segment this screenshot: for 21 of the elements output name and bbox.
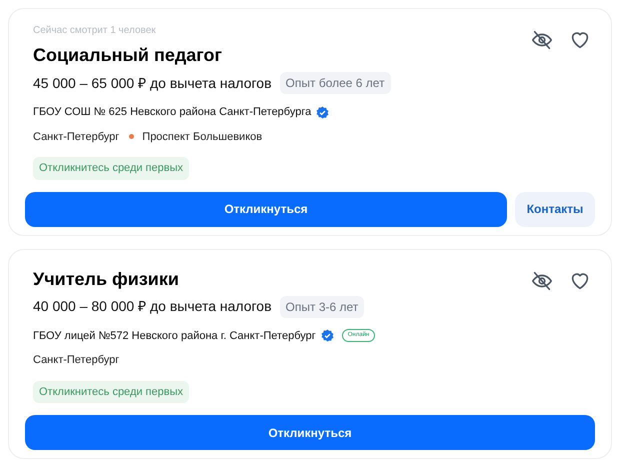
viewers-text: Сейчас смотрит 1 человек xyxy=(33,24,157,38)
experience-tag: Опыт 3-6 лет xyxy=(280,296,364,318)
verified-icon xyxy=(320,329,334,342)
employer-link[interactable]: ГБОУ лицей №572 Невского района г. Санкт-Петербург xyxy=(33,328,316,344)
salary-text: 40 000 – 80 000 ₽ до вычета налогов xyxy=(33,297,272,316)
hide-icon[interactable] xyxy=(531,270,553,292)
vacancy-title[interactable]: Социальный педагог xyxy=(33,42,587,68)
verified-icon xyxy=(316,106,330,119)
apply-button[interactable]: Откликнуться xyxy=(25,192,507,226)
early-response-tag: Откликнитесь среди первых xyxy=(33,380,189,403)
city-text: Санкт-Петербург xyxy=(33,353,120,368)
experience-tag: Опыт более 6 лет xyxy=(280,72,391,94)
employer-link[interactable]: ГБОУ СОШ № 625 Невского района Санкт-Петербурга xyxy=(33,104,312,120)
apply-button[interactable]: Откликнуться xyxy=(25,415,595,450)
vacancy-title[interactable]: Учитель физики xyxy=(33,266,587,292)
early-response-tag: Откликнитесь среди первых xyxy=(33,157,189,180)
hide-icon[interactable] xyxy=(531,29,553,51)
contacts-button[interactable]: Контакты xyxy=(515,192,595,226)
metro-text: Проспект Большевиков xyxy=(142,130,262,144)
salary-text: 45 000 – 65 000 ₽ до вычета налогов xyxy=(33,74,272,93)
city-text: Санкт-Петербург xyxy=(33,130,120,144)
